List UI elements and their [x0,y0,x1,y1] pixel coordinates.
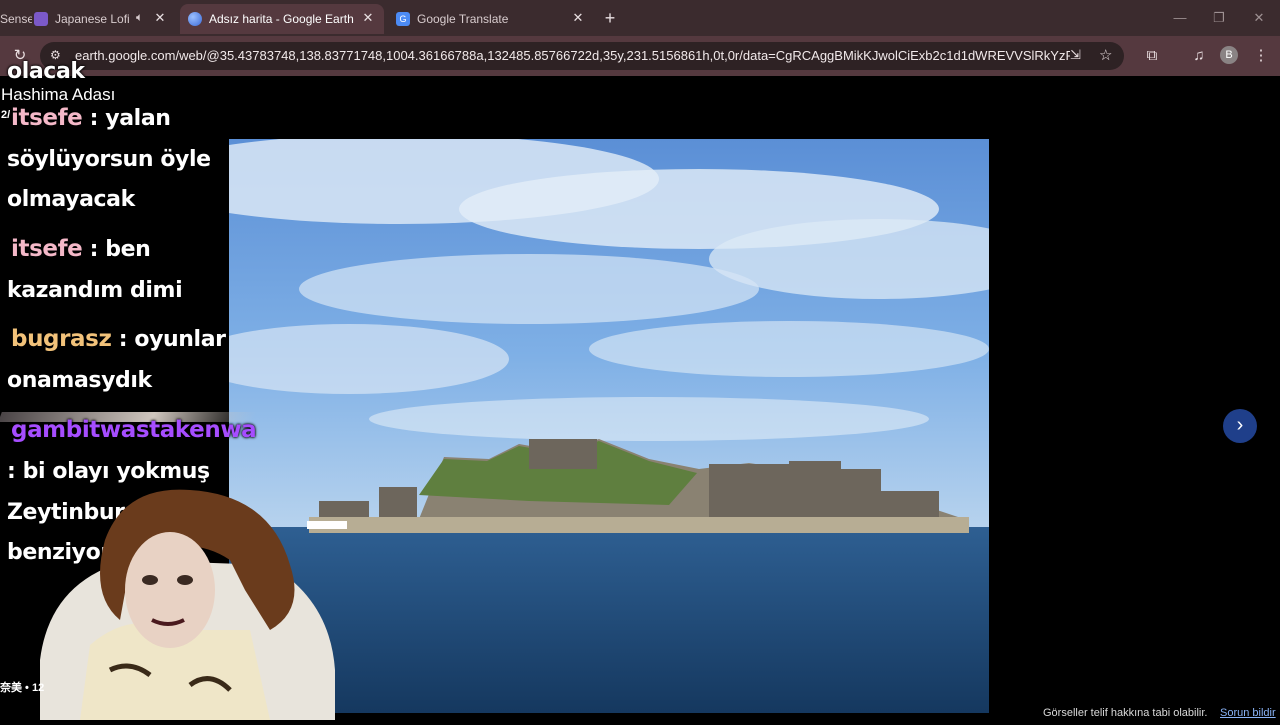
new-tab-button[interactable]: + [600,8,620,28]
close-tab-icon[interactable]: ✕ [152,10,168,26]
chat-text: : yalan [82,106,171,131]
chevron-right-icon: › [1236,414,1244,436]
chat-line: söylüyorsun öyle [7,147,211,172]
tab-title: Sensei [0,12,32,26]
tab-strip: Sensei Japanese Lofi Hip 🔈︎ ✕ Adsız hari… [0,0,1280,36]
chat-line: olacak [7,59,85,84]
tab-title: Google Translate [417,12,509,26]
speaker-icon[interactable]: 🔈︎ [136,10,143,25]
place-title: Hashima Adası [1,85,116,104]
chat-message: itsefe : ben [11,236,151,262]
minimize-icon[interactable]: — [1168,8,1192,28]
url-text: earth.google.com/web/@35.43783748,138.83… [75,48,1070,63]
chat-message: itsefe : yalan [11,105,171,131]
tab-google-translate[interactable]: G Google Translate ✕ [390,4,594,34]
address-bar[interactable]: ⚙ earth.google.com/web/@35.43783748,138.… [40,42,1124,70]
stream-watermark: 奈美 • 12 [0,682,45,694]
photo-counter: 2/ [1,109,11,121]
tab-lofi[interactable]: Japanese Lofi Hip 🔈︎ ✕ [34,4,176,34]
webcam-overlay [20,470,340,720]
chat-line: onamasydık [7,368,152,393]
next-photo-button[interactable]: › [1223,409,1257,443]
close-tab-icon[interactable]: ✕ [570,10,586,26]
install-icon[interactable]: ⇲ [1070,47,1081,63]
report-problem-link[interactable]: Sorun bildir [1220,707,1276,719]
chat-line: olmayacak [7,187,135,212]
avatar[interactable]: B [1220,46,1238,64]
chat-username: itsefe [11,105,83,131]
chat-message: bugrasz : oyunlar [11,326,226,352]
chat-username: bugrasz [11,326,112,352]
chat-text: : oyunlar [111,327,226,352]
tab-google-earth[interactable]: Adsız harita - Google Earth ✕ [180,4,384,34]
lofi-favicon-icon [34,12,48,26]
chat-text: : ben [82,237,151,262]
chat-username: gambitwastakenwa [11,417,257,443]
earth-favicon-icon [188,12,202,26]
tab-sensei[interactable]: Sensei [0,4,32,34]
place-photo [229,139,989,713]
copyright-notice: Görseller telif hakkına tabi olabilir. [1043,707,1208,719]
chat-line: kazandım dimi [7,278,183,303]
media-icon[interactable]: ♫ [1187,44,1211,68]
extensions-icon[interactable]: ⧉ [1140,44,1164,68]
close-tab-icon[interactable]: ✕ [360,10,376,26]
translate-favicon-icon: G [396,12,410,26]
star-icon[interactable]: ☆ [1099,46,1112,64]
close-window-icon[interactable]: ✕ [1247,8,1271,28]
tab-title: Adsız harita - Google Earth [209,12,354,26]
tab-title: Japanese Lofi Hip [55,12,133,26]
browser-toolbar: ↻ ⚙ earth.google.com/web/@35.43783748,13… [0,36,1280,76]
menu-icon[interactable]: ⋮ [1249,44,1273,68]
chat-username: itsefe [11,236,83,262]
chat-message: gambitwastakenwa [11,417,257,443]
restore-icon[interactable]: ❐ [1207,8,1231,28]
